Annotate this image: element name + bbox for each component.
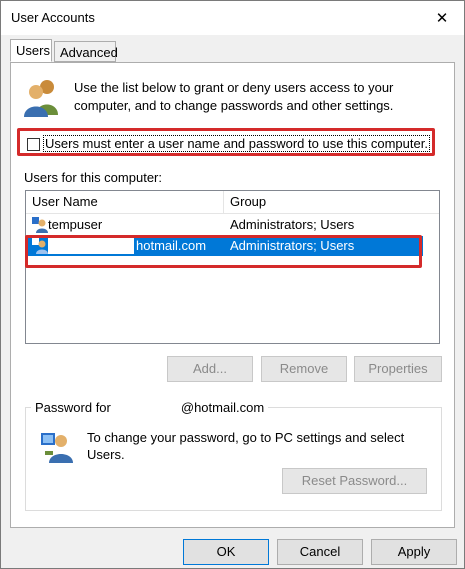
- apply-button[interactable]: Apply: [371, 539, 457, 565]
- users-group-icon: [24, 80, 58, 117]
- user-icon: [32, 217, 48, 233]
- remove-button[interactable]: Remove: [261, 356, 347, 382]
- column-header-user-name[interactable]: User Name: [26, 191, 224, 213]
- tab-users[interactable]: Users: [10, 39, 52, 62]
- user-accounts-window: User Accounts ✕ Users Advanced Use the l…: [0, 0, 465, 569]
- reset-password-button[interactable]: Reset Password...: [282, 468, 427, 494]
- row-user-name: tempuser: [48, 217, 103, 232]
- list-header: User Name Group: [26, 191, 439, 214]
- selected-row-highlight: [25, 235, 422, 268]
- users-tab-panel: Use the list below to grant or deny user…: [10, 62, 455, 528]
- users-section-label: Users for this computer:: [24, 170, 162, 185]
- cancel-button[interactable]: Cancel: [277, 539, 363, 565]
- properties-button[interactable]: Properties: [354, 356, 442, 382]
- must-login-highlight: Users must enter a user name and passwor…: [17, 128, 435, 156]
- must-login-label[interactable]: Users must enter a user name and passwor…: [43, 135, 430, 152]
- user-key-icon: [41, 433, 73, 463]
- close-icon[interactable]: ✕: [430, 6, 454, 30]
- intro-text: Use the list below to grant or deny user…: [74, 80, 394, 113]
- ok-button[interactable]: OK: [183, 539, 269, 565]
- add-button[interactable]: Add...: [167, 356, 253, 382]
- password-legend-prefix: Password for: [35, 400, 111, 415]
- title-bar: User Accounts ✕: [1, 1, 464, 35]
- window-title: User Accounts: [11, 10, 95, 25]
- column-header-group[interactable]: Group: [224, 191, 439, 213]
- table-row[interactable]: tempuser Administrators; Users: [26, 215, 439, 235]
- password-legend-suffix: @hotmail.com: [180, 400, 265, 415]
- tab-advanced[interactable]: Advanced: [54, 41, 118, 62]
- row-group: Administrators; Users: [230, 217, 355, 232]
- password-group-legend: Password for @hotmail.com: [31, 400, 269, 415]
- password-help-text: To change your password, go to PC settin…: [87, 430, 405, 462]
- must-login-checkbox[interactable]: [27, 138, 40, 151]
